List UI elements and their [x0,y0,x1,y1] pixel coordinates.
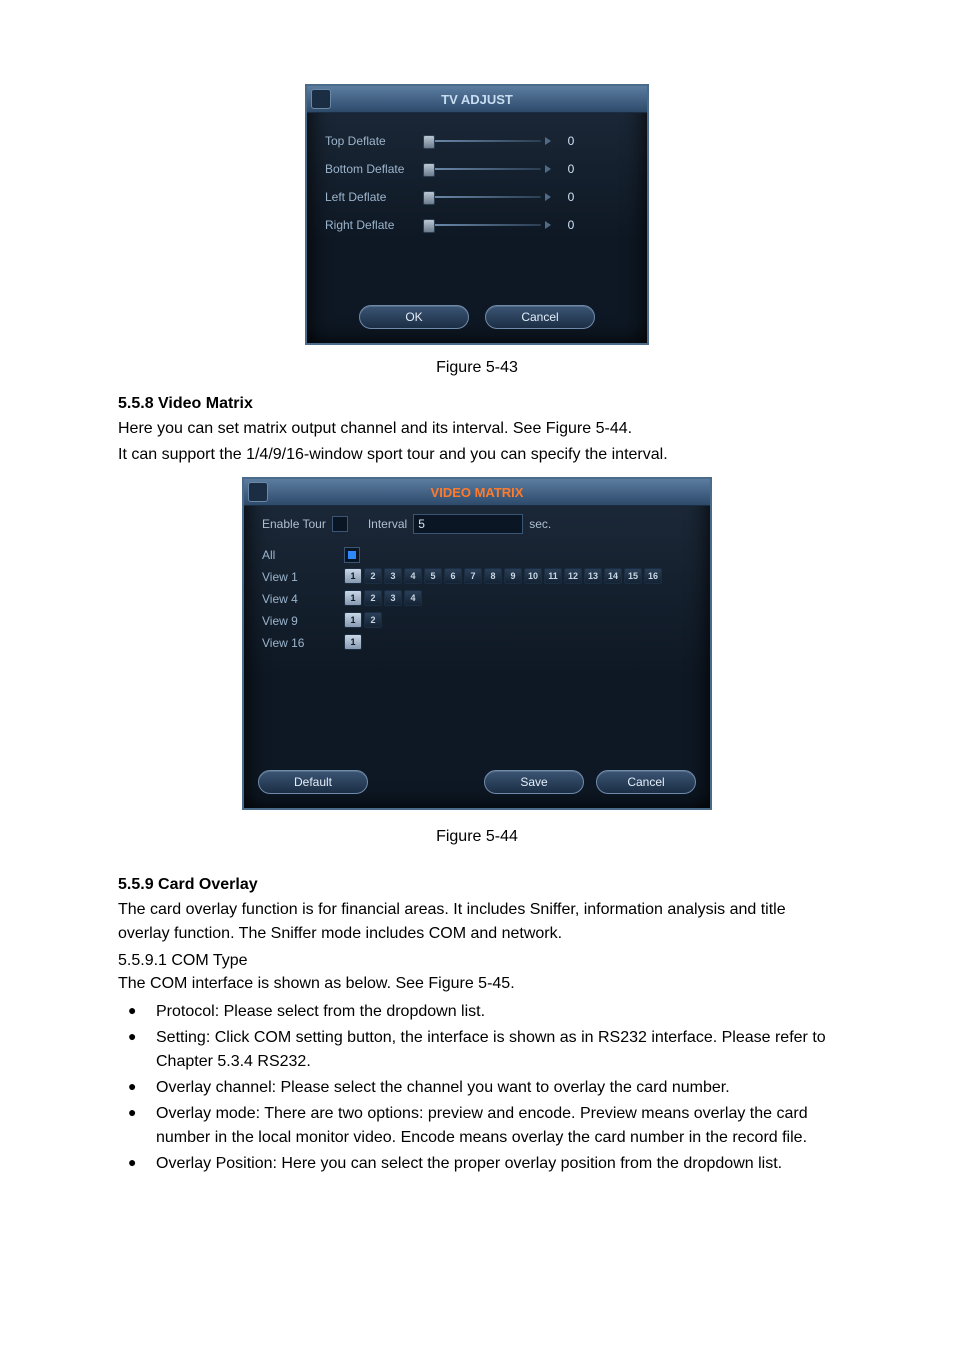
view9-cells: 12 [344,612,692,631]
left-deflate-value: 0 [551,190,591,204]
video-matrix-title-icon [248,482,268,502]
view16-row: View 16 1 [262,632,692,654]
section-5-5-9-1-heading: 5.5.9.1 COM Type [118,952,836,970]
numcell[interactable]: 14 [604,568,622,584]
numcell[interactable]: 7 [464,568,482,584]
numcell[interactable]: 2 [364,590,382,606]
bullet-item: Protocol: Please select from the dropdow… [118,1000,836,1024]
numcell[interactable]: 2 [364,568,382,584]
view9-row: View 9 12 [262,610,692,632]
numcell[interactable]: 16 [644,568,662,584]
cancel-button[interactable]: Cancel [596,770,696,794]
view4-row: View 4 1234 [262,588,692,610]
bottom-deflate-label: Bottom Deflate [325,162,421,176]
view16-label: View 16 [262,636,344,650]
all-row: All [262,544,692,566]
view1-cells: 12345678910111213141516 [344,568,692,587]
right-deflate-row: Right Deflate 0 [325,211,629,239]
bottom-deflate-value: 0 [551,162,591,176]
top-deflate-slider[interactable] [421,134,551,148]
section-5-5-8-heading: 5.5.8 Video Matrix [118,395,836,413]
all-label: All [262,548,344,562]
figure-5-44-caption: Figure 5-44 [118,828,836,846]
enable-tour-row: Enable Tour Interval sec. [262,514,692,534]
video-matrix-body: Enable Tour Interval sec. All View 1 123… [244,506,710,668]
view1-row: View 1 12345678910111213141516 [262,566,692,588]
tv-adjust-buttons: OK Cancel [307,293,647,343]
video-matrix-titlebar: VIDEO MATRIX [244,479,710,506]
all-checkbox[interactable] [344,547,360,563]
numcell[interactable]: 1 [344,568,362,584]
numcell[interactable]: 4 [404,590,422,606]
numcell[interactable]: 9 [504,568,522,584]
enable-tour-label: Enable Tour [262,517,326,531]
top-deflate-row: Top Deflate 0 [325,127,629,155]
view4-cells: 1234 [344,590,692,609]
numcell[interactable]: 1 [344,612,362,628]
left-deflate-slider[interactable] [421,190,551,204]
numcell[interactable]: 1 [344,634,362,650]
numcell[interactable]: 10 [524,568,542,584]
interval-label: Interval [368,517,407,531]
numcell[interactable]: 13 [584,568,602,584]
bullet-item: Overlay Position: Here you can select th… [118,1152,836,1176]
numcell[interactable]: 6 [444,568,462,584]
default-button[interactable]: Default [258,770,368,794]
video-matrix-window: VIDEO MATRIX Enable Tour Interval sec. A… [242,477,712,810]
view9-label: View 9 [262,614,344,628]
bullet-item: Overlay mode: There are two options: pre… [118,1102,836,1150]
interval-input[interactable] [413,514,523,534]
right-deflate-slider[interactable] [421,218,551,232]
tv-adjust-title-icon [311,89,331,109]
bottom-deflate-slider[interactable] [421,162,551,176]
section-5-5-9-1-line: The COM interface is shown as below. See… [118,972,836,996]
interval-unit-label: sec. [529,517,551,531]
numcell[interactable]: 11 [544,568,562,584]
tv-adjust-titlebar: TV ADJUST [307,86,647,113]
tv-adjust-body: Top Deflate 0 Bottom Deflate 0 Left Defl… [307,113,647,253]
section-5-5-9-heading: 5.5.9 Card Overlay [118,876,836,894]
view16-cells: 1 [344,634,692,653]
numcell[interactable]: 15 [624,568,642,584]
video-matrix-title: VIDEO MATRIX [244,485,710,500]
top-deflate-label: Top Deflate [325,134,421,148]
enable-tour-checkbox[interactable] [332,516,348,532]
bottom-deflate-row: Bottom Deflate 0 [325,155,629,183]
numcell[interactable]: 5 [424,568,442,584]
numcell[interactable]: 2 [364,612,382,628]
section-5-5-9-intro: The card overlay function is for financi… [118,898,836,946]
tv-adjust-title: TV ADJUST [307,92,647,107]
all-cells [344,547,692,563]
numcell[interactable]: 3 [384,568,402,584]
right-deflate-label: Right Deflate [325,218,421,232]
section-5-5-8-line2: It can support the 1/4/9/16-window sport… [118,443,836,467]
left-deflate-row: Left Deflate 0 [325,183,629,211]
tv-adjust-ok-button[interactable]: OK [359,305,469,329]
view1-label: View 1 [262,570,344,584]
view4-label: View 4 [262,592,344,606]
video-matrix-buttons: Default Save Cancel [244,758,710,808]
left-deflate-label: Left Deflate [325,190,421,204]
tv-adjust-window: TV ADJUST Top Deflate 0 Bottom Deflate 0… [305,84,649,345]
numcell[interactable]: 1 [344,590,362,606]
section-5-5-8-line1: Here you can set matrix output channel a… [118,417,836,441]
bullet-item: Overlay channel: Please select the chann… [118,1076,836,1100]
right-deflate-value: 0 [551,218,591,232]
com-type-bullet-list: Protocol: Please select from the dropdow… [118,1000,836,1176]
figure-5-43-caption: Figure 5-43 [118,359,836,377]
tv-adjust-cancel-button[interactable]: Cancel [485,305,595,329]
numcell[interactable]: 8 [484,568,502,584]
top-deflate-value: 0 [551,134,591,148]
bullet-item: Setting: Click COM setting button, the i… [118,1026,836,1074]
save-button[interactable]: Save [484,770,584,794]
numcell[interactable]: 12 [564,568,582,584]
numcell[interactable]: 4 [404,568,422,584]
numcell[interactable]: 3 [384,590,402,606]
